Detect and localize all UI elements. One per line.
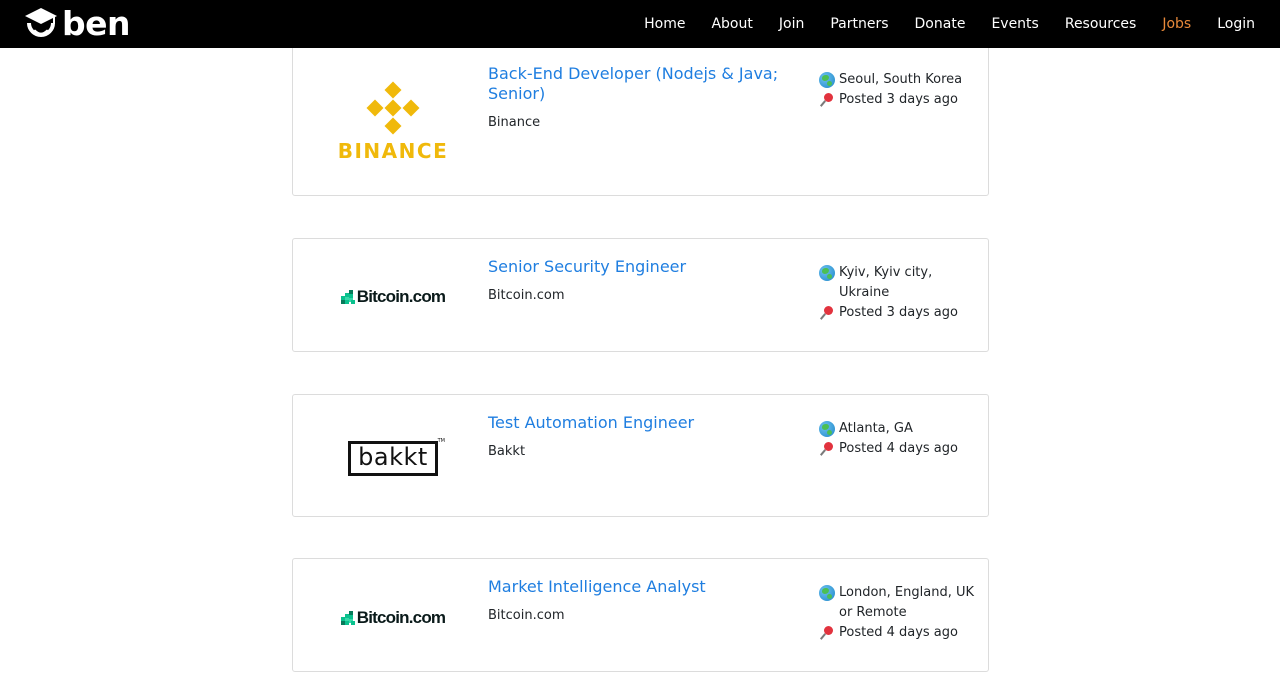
globe-icon [819,265,835,281]
bitcoin-com-cubes-icon [340,611,355,625]
job-location: Seoul, South Korea [819,70,979,90]
globe-icon [819,72,835,88]
pushpin-icon [819,92,835,108]
nav-resources[interactable]: Resources [1065,16,1137,32]
company-logo-bitcoin-com[interactable]: Bitcoin.com [313,559,473,671]
job-location: Kyiv, Kyiv city, Ukraine [819,263,979,303]
bakkt-wordmark: bakkt [358,442,428,471]
binance-wordmark: BINANCE [337,139,449,163]
nav-login[interactable]: Login [1217,16,1255,32]
company-name: Binance [488,115,541,130]
company-logo-bakkt[interactable]: bakkt TM [313,395,473,516]
job-card: bakkt TM Test Automation Engineer Bakkt … [292,394,989,517]
brand-logo-link[interactable]: ben [24,4,131,43]
nav-about[interactable]: About [711,16,752,32]
binance-diamond-icon [366,81,420,135]
nav-partners[interactable]: Partners [830,16,888,32]
job-title-link[interactable]: Senior Security Engineer [488,257,788,277]
job-title-link[interactable]: Test Automation Engineer [488,413,788,433]
trademark-symbol: TM [437,438,445,444]
globe-icon [819,421,835,437]
pushpin-icon [819,441,835,457]
job-posted-date: Posted 3 days ago [819,303,979,323]
nav-jobs[interactable]: Jobs [1162,16,1191,32]
bitcoin-com-wordmark: Bitcoin.com [356,608,446,627]
bitcoin-com-wordmark: Bitcoin.com [356,287,446,306]
globe-icon [819,585,835,601]
graduation-cap-smiley-icon [25,8,57,37]
pushpin-icon [819,305,835,321]
company-name: Bitcoin.com [488,288,565,303]
job-location: Atlanta, GA [819,419,979,439]
company-logo-bitcoin-com[interactable]: Bitcoin.com [313,239,473,351]
nav-links: Home About Join Partners Donate Events R… [631,0,1268,48]
job-card: BINANCE Back-End Developer (Nodejs & Jav… [292,30,989,196]
job-title-link[interactable]: Market Intelligence Analyst [488,577,788,597]
job-location: London, England, UK or Remote [819,583,979,623]
nav-donate[interactable]: Donate [915,16,966,32]
job-posted-date: Posted 4 days ago [819,439,979,459]
job-card: Bitcoin.com Market Intelligence Analyst … [292,558,989,672]
job-posted-date: Posted 3 days ago [819,90,979,110]
job-list: BINANCE Back-End Developer (Nodejs & Jav… [0,0,1280,676]
nav-join[interactable]: Join [779,16,804,32]
company-name: Bitcoin.com [488,608,565,623]
nav-home[interactable]: Home [644,16,685,32]
brand-name: ben [62,4,131,43]
job-posted-date: Posted 4 days ago [819,623,979,643]
company-name: Bakkt [488,444,526,459]
bitcoin-com-cubes-icon [340,290,355,304]
job-title-link[interactable]: Back-End Developer (Nodejs & Java; Senio… [488,64,788,104]
nav-events[interactable]: Events [991,16,1038,32]
job-card: Bitcoin.com Senior Security Engineer Bit… [292,238,989,352]
pushpin-icon [819,625,835,641]
top-navbar: ben Home About Join Partners Donate Even… [0,0,1280,48]
company-logo-binance[interactable]: BINANCE [313,31,473,195]
